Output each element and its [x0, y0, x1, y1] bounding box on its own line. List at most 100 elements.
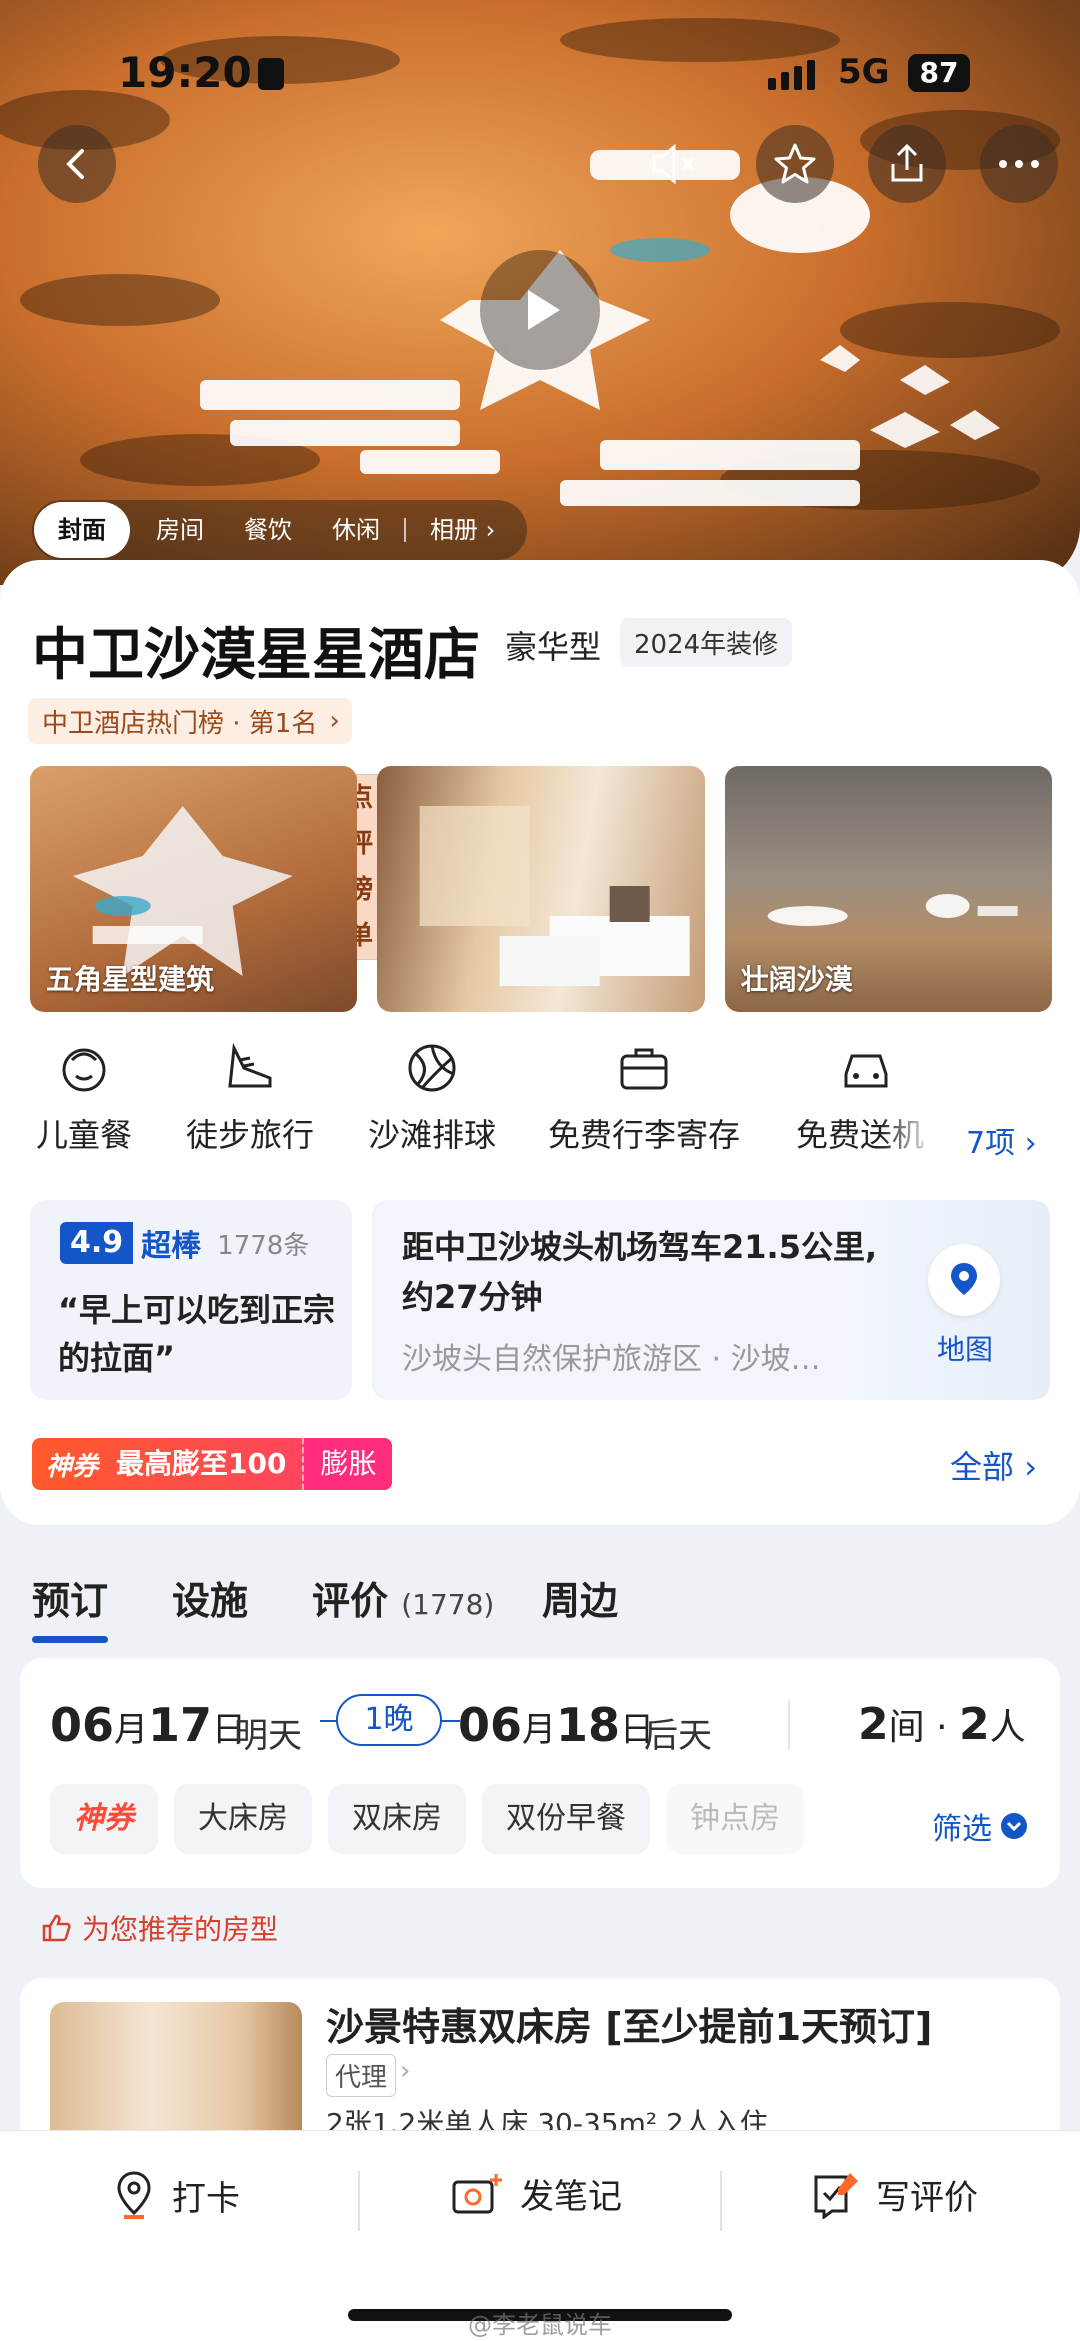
tab-label: 周边: [542, 1579, 619, 1623]
mute-icon: [652, 143, 696, 185]
recommend-header: 为您推荐的房型: [40, 1908, 278, 1948]
chip-hourly-room[interactable]: 钟点房: [666, 1784, 804, 1854]
coupon-banner[interactable]: 神券 最高膨至100 膨胀: [32, 1438, 393, 1490]
amenities-row: 儿童餐 徒步旅行 沙滩排球 免费行李寄存 免费送机 7项 ›: [0, 1038, 1080, 1168]
amenity-label: 免费行李寄存: [548, 1116, 741, 1154]
filter-button[interactable]: 筛选: [932, 1804, 1028, 1848]
checkin-date[interactable]: 06月17日: [50, 1698, 246, 1752]
hero-media[interactable]: 19:20 5G 87 封面 房间 餐饮 休闲 相册 ›: [0, 0, 1080, 585]
tab-booking[interactable]: 预订: [32, 1570, 109, 1643]
photo-caption: 壮阔沙漠: [740, 963, 853, 996]
chip-coupon[interactable]: 神券: [50, 1784, 158, 1854]
map-pin-icon: [951, 1263, 977, 1295]
hero-tab-dining[interactable]: 餐饮: [224, 502, 312, 558]
signal-icon: [768, 60, 815, 90]
photo-thumb[interactable]: 壮阔沙漠: [724, 766, 1052, 1012]
coupon-expand-button[interactable]: 膨胀: [304, 1438, 393, 1490]
checkin-button[interactable]: 打卡: [110, 2169, 240, 2221]
coupon-all-link[interactable]: 全部 ›: [950, 1442, 1037, 1488]
map-button[interactable]: [928, 1244, 1000, 1316]
chevron-down-circle-icon: [1001, 1813, 1027, 1839]
amenities-more-link[interactable]: 7项 ›: [966, 1118, 1037, 1162]
renovation-badge: 2024年装修: [620, 618, 793, 667]
rooms-guests-selector[interactable]: 2间 · 2人: [858, 1698, 1026, 1750]
photo-thumb[interactable]: [377, 766, 705, 1012]
checkout-day: 18: [556, 1698, 621, 1752]
review-score: 4.9 超棒 1778条: [60, 1222, 309, 1264]
ranking-text: 中卫酒店热门榜 · 第1名: [42, 708, 318, 739]
amenity-kids-meal[interactable]: 儿童餐: [36, 1038, 132, 1156]
network-type: 5G: [838, 52, 890, 92]
nights-badge: 1晚: [336, 1694, 442, 1746]
chip-twin-bed[interactable]: 双床房: [328, 1784, 466, 1854]
watermark: @李老鼠说车: [468, 2311, 612, 2339]
hero-tab-rooms[interactable]: 房间: [136, 502, 224, 558]
orientation-lock-icon: [258, 58, 284, 90]
ranking-banner[interactable]: 点评榜单 中卫酒店热门榜 · 第1名 ›: [28, 698, 387, 960]
checkout-label: 后天: [644, 1716, 712, 1756]
favorite-button[interactable]: [756, 125, 834, 203]
volleyball-icon: [408, 1044, 456, 1092]
play-video-button[interactable]: [480, 250, 600, 370]
back-button[interactable]: [38, 125, 116, 203]
share-button[interactable]: [868, 125, 946, 203]
amenity-hiking[interactable]: 徒步旅行: [186, 1038, 314, 1156]
edit-review-icon: [814, 2173, 858, 2219]
star-icon: [774, 143, 816, 184]
bottom-divider: [358, 2171, 360, 2231]
chevron-right-icon: ›: [400, 2056, 411, 2086]
booking-divider: [788, 1700, 790, 1750]
recommend-label: 为您推荐的房型: [82, 1913, 279, 1946]
tab-nearby[interactable]: 周边: [542, 1570, 618, 1625]
main-tabs: 预订 设施 评价 (1778) 周边: [0, 1540, 1080, 1650]
review-summary-card[interactable]: 4.9 超棒 1778条 “早上可以吃到正宗的拉面”: [30, 1200, 352, 1400]
write-review-button[interactable]: 写评价: [810, 2169, 978, 2219]
amenity-label: 沙滩排球: [368, 1116, 497, 1154]
chip-double-breakfast[interactable]: 双份早餐: [482, 1784, 650, 1854]
camera-plus-icon: [452, 2173, 502, 2213]
amenity-label: 儿童餐: [36, 1116, 133, 1154]
more-button[interactable]: [980, 125, 1058, 203]
location-card[interactable]: 距中卫沙坡头机场驾车21.5公里,约27分钟 沙坡头自然保护旅游区 · 沙坡… …: [372, 1200, 1050, 1400]
room-unit: 间: [888, 1707, 925, 1748]
room-filter-chips: 神券 大床房 双床房 双份早餐 钟点房: [50, 1784, 804, 1854]
hero-tab-leisure[interactable]: 休闲: [312, 502, 400, 558]
coupon-all-label: 全部: [950, 1448, 1015, 1486]
mute-button[interactable]: [636, 125, 714, 203]
location-pin-icon: [117, 2171, 151, 2219]
guest-count: 2: [958, 1699, 990, 1750]
checkin-month: 06: [50, 1698, 115, 1752]
amenities-more-label: 7项: [966, 1126, 1016, 1161]
room-source-tag: 代理: [326, 2054, 397, 2097]
tab-label: 设施: [172, 1579, 249, 1623]
thumbs-up-icon: [42, 1914, 71, 1942]
bottom-divider: [720, 2171, 722, 2231]
hotel-address: 沙坡头自然保护旅游区 · 沙坡…: [402, 1342, 821, 1377]
room-title: 沙景特惠双床房 [至少提前1天预订]: [326, 2005, 933, 2049]
luggage-icon: [620, 1048, 668, 1090]
more-dots-icon: [999, 160, 1039, 168]
amenity-luggage-storage[interactable]: 免费行李寄存: [548, 1038, 740, 1156]
checkout-date[interactable]: 06月18日: [458, 1698, 654, 1752]
tab-label: 预订: [32, 1579, 109, 1623]
tab-reviews[interactable]: 评价 (1778): [312, 1570, 494, 1625]
photo-thumb[interactable]: 五角星型建筑: [30, 766, 358, 1012]
amenity-beach-volleyball[interactable]: 沙滩排球: [368, 1038, 496, 1156]
airport-distance: 距中卫沙坡头机场驾车21.5公里,约27分钟: [402, 1228, 878, 1316]
hotel-grade: 豪华型: [505, 628, 602, 666]
bottom-action-bar: 打卡 发笔记 写评价 @李老鼠说车: [0, 2130, 1080, 2341]
filter-label: 筛选: [932, 1812, 992, 1847]
room-photo: [50, 2002, 302, 2148]
room-card[interactable]: 沙景特惠双床房 [至少提前1天预订] 代理 › 2张1.2米单人床 30-35m…: [20, 1978, 1060, 2148]
map-label: 地图: [937, 1333, 994, 1366]
post-note-button[interactable]: 发笔记: [450, 2169, 622, 2218]
chip-king-bed[interactable]: 大床房: [174, 1784, 312, 1854]
booking-card: 06月17日 明天 1晚 06月18日 后天 2间 · 2人 神券 大床房 双床…: [20, 1658, 1060, 1888]
hotel-name: 中卫沙漠星星酒店: [32, 623, 480, 688]
hero-tab-cover[interactable]: 封面: [34, 502, 130, 558]
amenity-airport-dropoff[interactable]: 免费送机: [796, 1038, 936, 1156]
status-time: 19:20: [118, 48, 252, 97]
hero-tab-divider: [404, 518, 406, 542]
tab-facilities[interactable]: 设施: [172, 1570, 248, 1625]
hero-tab-album[interactable]: 相册 ›: [410, 502, 515, 558]
